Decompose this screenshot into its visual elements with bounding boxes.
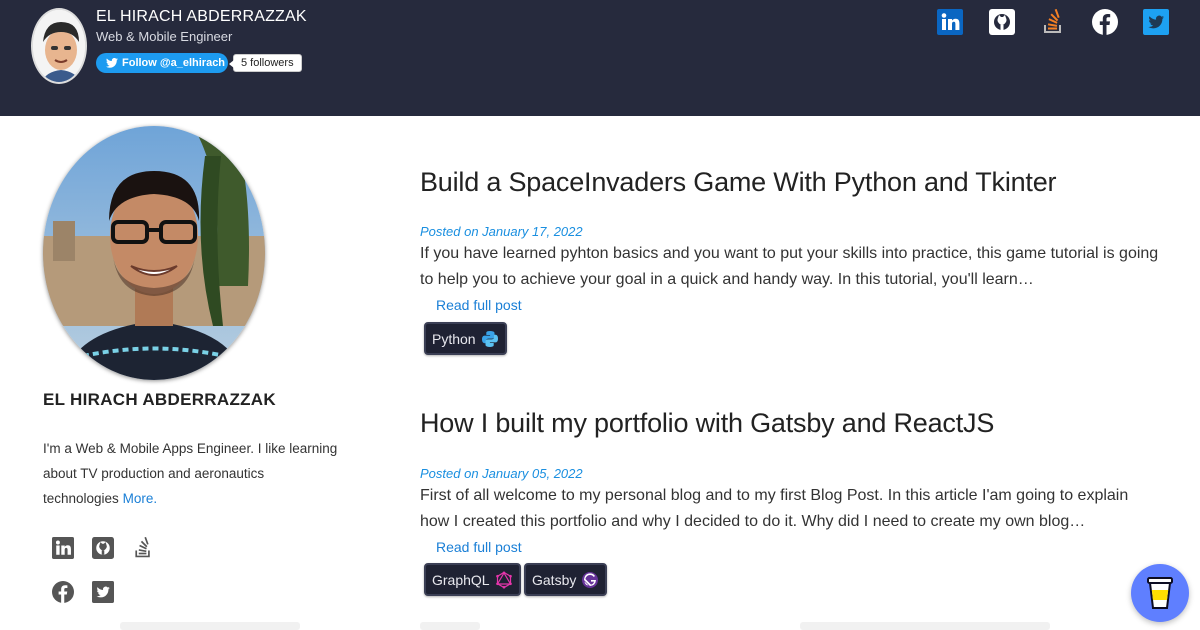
gatsby-icon: [582, 571, 599, 588]
sidebar-github-link[interactable]: [91, 536, 115, 560]
header-twitter-link[interactable]: [1142, 8, 1170, 36]
post-date: Posted on January 17, 2022: [420, 224, 583, 239]
next-content-placeholder: [120, 622, 300, 630]
more-link[interactable]: More.: [123, 491, 158, 506]
post-excerpt: If you have learned pyhton basics and yo…: [420, 245, 1159, 288]
sidebar-bio: I'm a Web & Mobile Apps Engineer. I like…: [43, 436, 343, 511]
sidebar-stackoverflow-link[interactable]: [131, 536, 155, 560]
header-stackoverflow-link[interactable]: [1039, 8, 1067, 36]
twitter-icon: [1143, 9, 1169, 35]
linkedin-icon: [52, 537, 74, 559]
header-linkedin-link[interactable]: [936, 8, 964, 36]
buy-me-a-coffee-button[interactable]: [1131, 564, 1189, 622]
graphql-icon: [495, 571, 512, 588]
post-date: Posted on January 05, 2022: [420, 466, 583, 481]
site-owner-name: EL HIRACH ABDERRAZZAK: [96, 8, 307, 25]
linkedin-icon: [937, 9, 963, 35]
top-bar: EL HIRACH ABDERRAZZAK Web & Mobile Engin…: [0, 0, 1200, 116]
bio-text: I'm a Web & Mobile Apps Engineer. I like…: [43, 441, 338, 506]
sidebar-name: EL HIRACH ABDERRAZZAK: [43, 390, 276, 409]
twitter-bird-icon: [106, 58, 118, 68]
next-content-placeholder: [420, 622, 480, 630]
post-title[interactable]: Build a SpaceInvaders Game With Python a…: [420, 167, 1057, 198]
tag-python[interactable]: Python: [424, 322, 507, 355]
next-content-placeholder: [800, 622, 1050, 630]
tag-label: Python: [432, 330, 476, 347]
followers-count[interactable]: 5 followers: [229, 54, 302, 72]
stackoverflow-icon: [135, 537, 150, 558]
stackoverflow-icon: [1044, 9, 1061, 33]
tag-label: Gatsby: [532, 571, 577, 588]
site-owner-subtitle: Web & Mobile Engineer: [96, 29, 233, 44]
sidebar-linkedin-link[interactable]: [51, 536, 75, 560]
sidebar-facebook-link[interactable]: [51, 580, 75, 604]
header-facebook-link[interactable]: [1091, 8, 1119, 36]
sidebar-twitter-link[interactable]: [91, 580, 115, 604]
github-icon: [92, 537, 114, 559]
avatar[interactable]: [31, 8, 87, 84]
header-github-link[interactable]: [988, 8, 1016, 36]
post-excerpt: First of all welcome to my personal blog…: [420, 487, 1129, 530]
coffee-cup-icon: [1147, 577, 1173, 609]
twitter-follow-button[interactable]: Follow @a_elhirach: [96, 53, 228, 73]
github-icon: [989, 9, 1015, 35]
follow-label: Follow @a_elhirach: [122, 57, 226, 69]
read-full-post-link[interactable]: Read full post: [436, 297, 522, 313]
facebook-icon: [1092, 9, 1118, 35]
tag-gatsby[interactable]: Gatsby: [524, 563, 608, 596]
tag-label: GraphQL: [432, 571, 490, 588]
read-full-post-link[interactable]: Read full post: [436, 539, 522, 555]
python-icon: [481, 330, 498, 347]
tag-graphql[interactable]: GraphQL: [424, 563, 521, 596]
twitter-icon: [92, 581, 114, 603]
facebook-icon: [52, 581, 74, 603]
profile-photo: [43, 126, 265, 380]
post-title[interactable]: How I built my portfolio with Gatsby and…: [420, 408, 994, 439]
